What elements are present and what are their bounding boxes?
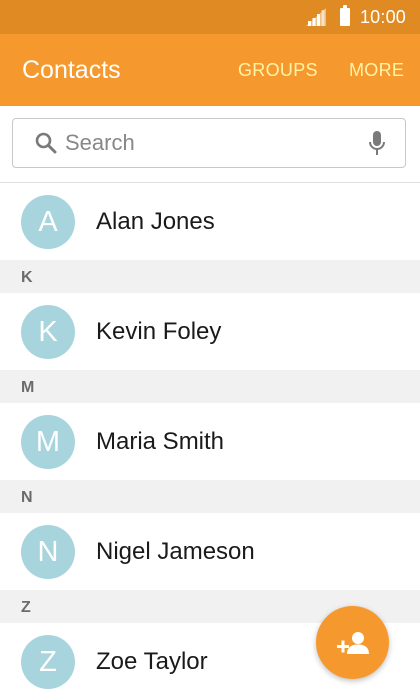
contact-name: Zoe Taylor [96, 648, 208, 675]
microphone-icon[interactable] [368, 131, 386, 157]
section-letter: N [21, 489, 33, 506]
avatar: K [21, 305, 75, 359]
section-header: M [0, 370, 420, 403]
add-contact-button[interactable] [316, 606, 389, 679]
groups-button[interactable]: GROUPS [238, 60, 318, 81]
contact-name: Kevin Foley [96, 318, 222, 345]
contact-row[interactable]: A Alan Jones [0, 183, 420, 260]
contact-row[interactable]: M Maria Smith [0, 403, 420, 480]
contact-row[interactable]: N Nigel Jameson [0, 513, 420, 590]
avatar: M [21, 415, 75, 469]
search-area [0, 106, 420, 183]
contact-row[interactable]: K Kevin Foley [0, 293, 420, 370]
search-box[interactable] [12, 118, 406, 168]
app-title: Contacts [22, 56, 121, 84]
section-letter: K [21, 269, 33, 286]
avatar: N [21, 525, 75, 579]
app-bar: Contacts GROUPS MORE [0, 34, 420, 106]
section-letter: Z [21, 599, 31, 616]
search-icon [35, 132, 57, 154]
contacts-screen: 10:00 Contacts GROUPS MORE AAlan JonesKK… [0, 0, 420, 700]
signal-icon [305, 8, 326, 26]
more-button[interactable]: MORE [349, 60, 404, 81]
avatar: A [21, 195, 75, 249]
contact-name: Nigel Jameson [96, 538, 255, 565]
add-contact-icon [336, 631, 369, 654]
section-header: N [0, 480, 420, 513]
contact-name: Maria Smith [96, 428, 225, 455]
status-time: 10:00 [359, 6, 406, 27]
section-header: K [0, 260, 420, 293]
avatar: Z [21, 635, 75, 689]
section-letter: M [21, 379, 35, 396]
status-icons: 10:00 [305, 0, 406, 34]
contact-name: Alan Jones [96, 208, 215, 235]
status-bar: 10:00 [0, 0, 420, 34]
search-input[interactable] [65, 127, 355, 159]
battery-icon [339, 5, 350, 26]
